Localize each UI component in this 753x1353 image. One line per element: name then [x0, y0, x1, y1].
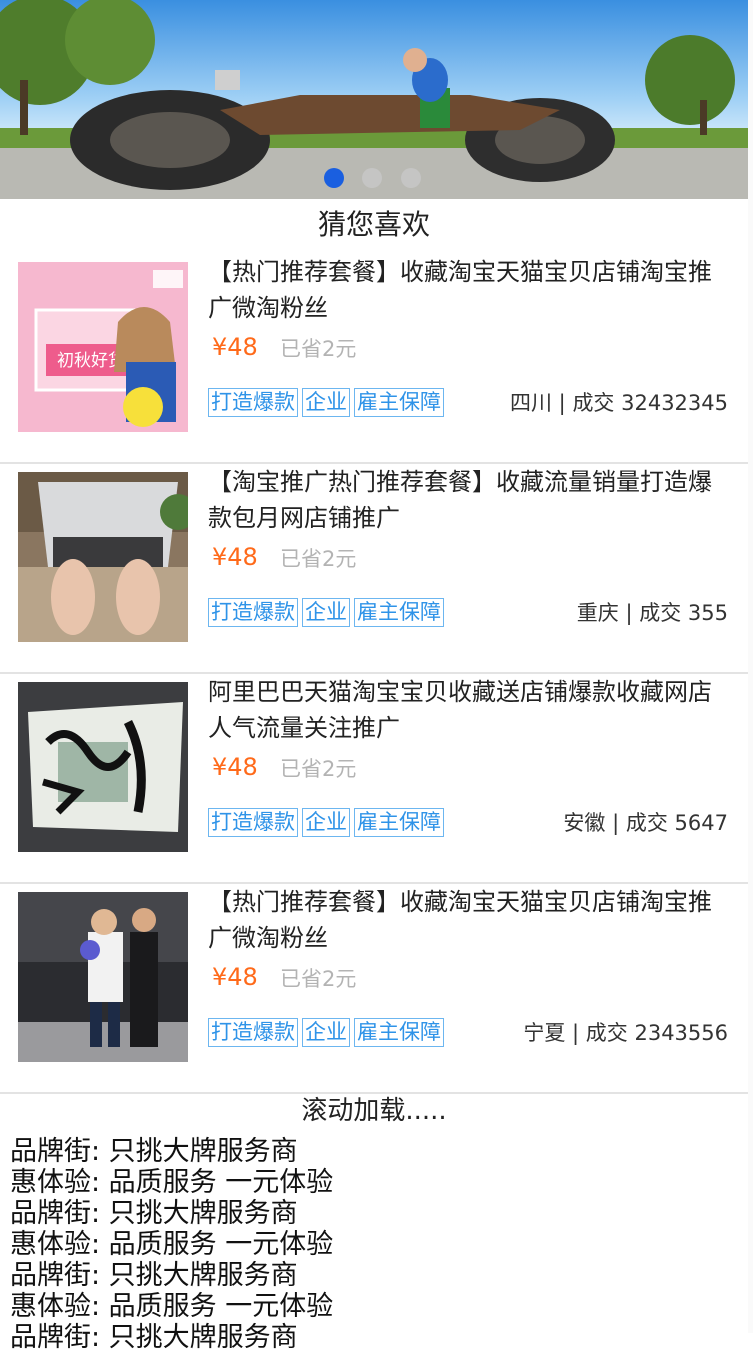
carousel-dot-2[interactable] — [362, 168, 382, 188]
product-deals: 成交 5647 — [625, 811, 728, 835]
tag-enterprise: 企业 — [302, 598, 350, 627]
section-title: 猜您喜欢 — [317, 208, 430, 241]
meta-divider: | — [558, 391, 573, 415]
promo-line[interactable]: 品牌街: 只挑大牌服务商 — [10, 1198, 333, 1229]
tag-enterprise: 企业 — [302, 1018, 350, 1047]
tag-employer-guarantee: 雇主保障 — [354, 598, 444, 627]
promo-line[interactable]: 品牌街: 只挑大牌服务商 — [10, 1136, 333, 1167]
product-price: ¥48 — [212, 333, 258, 361]
product-tags: 打造爆款 企业 雇主保障 — [208, 598, 444, 627]
tag-employer-guarantee: 雇主保障 — [354, 808, 444, 837]
product-thumbnail[interactable] — [18, 892, 188, 1062]
loading-indicator: 滚动加载..... — [301, 1096, 447, 1126]
product-tags: 打造爆款 企业 雇主保障 — [208, 1018, 444, 1047]
product-title[interactable]: 阿里巴巴天猫淘宝宝贝收藏送店铺爆款收藏网店人气流量关注推广 — [208, 674, 728, 746]
carousel-indicators — [0, 168, 748, 190]
meta-divider: | — [612, 811, 626, 835]
product-meta: 宁夏 | 成交 2343556 — [523, 1017, 728, 1049]
product-tags: 打造爆款 企业 雇主保障 — [208, 808, 444, 837]
carousel-dot-1[interactable] — [324, 168, 344, 188]
product-title[interactable]: 【热门推荐套餐】收藏淘宝天猫宝贝店铺淘宝推广微淘粉丝 — [208, 254, 728, 326]
product-item[interactable]: 阿里巴巴天猫淘宝宝贝收藏送店铺爆款收藏网店人气流量关注推广 ¥48 已省2元 打… — [0, 672, 748, 884]
product-title[interactable]: 【热门推荐套餐】收藏淘宝天猫宝贝店铺淘宝推广微淘粉丝 — [208, 884, 728, 956]
product-price: ¥48 — [212, 543, 258, 571]
product-saved: 已省2元 — [280, 337, 357, 361]
product-region: 四川 — [509, 391, 552, 415]
product-region: 宁夏 — [523, 1021, 566, 1045]
product-region: 安徽 — [563, 811, 606, 835]
product-item[interactable]: 【热门推荐套餐】收藏淘宝天猫宝贝店铺淘宝推广微淘粉丝 ¥48 已省2元 打造爆款… — [0, 882, 748, 1094]
meta-divider: | — [625, 601, 640, 625]
tag-employer-guarantee: 雇主保障 — [354, 1018, 444, 1047]
tag-hot-product: 打造爆款 — [208, 388, 298, 417]
product-meta: 四川 | 成交 32432345 — [510, 387, 728, 419]
product-meta: 安徽 | 成交 5647 — [563, 807, 728, 839]
product-saved: 已省2元 — [280, 967, 357, 991]
tag-hot-product: 打造爆款 — [208, 808, 298, 837]
tag-enterprise: 企业 — [302, 808, 350, 837]
product-saved: 已省2元 — [280, 757, 357, 781]
product-title[interactable]: 【淘宝推广热门推荐套餐】收藏流量销量打造爆款包月网店铺推广 — [208, 464, 728, 536]
product-deals: 成交 32432345 — [572, 391, 728, 415]
product-meta: 重庆 | 成交 355 — [577, 597, 728, 629]
promo-line[interactable]: 惠体验: 品质服务 一元体验 — [10, 1167, 333, 1198]
tag-employer-guarantee: 雇主保障 — [354, 388, 444, 417]
product-deals: 成交 2343556 — [585, 1021, 728, 1045]
tag-hot-product: 打造爆款 — [208, 598, 298, 627]
product-price: ¥48 — [212, 963, 258, 991]
banner-carousel[interactable] — [0, 0, 748, 199]
page-edge — [748, 0, 753, 1333]
promo-line[interactable]: 品牌街: 只挑大牌服务商 — [10, 1260, 333, 1291]
product-saved: 已省2元 — [280, 547, 357, 571]
promo-line[interactable]: 品牌街: 只挑大牌服务商 — [10, 1322, 333, 1353]
product-thumbnail[interactable] — [18, 682, 188, 852]
carousel-dot-3[interactable] — [401, 168, 421, 188]
product-item[interactable]: 初秋好货 【热门推荐套餐】收藏淘宝天猫宝贝店铺淘宝推广微淘粉丝 ¥48 已省2元… — [0, 252, 748, 464]
product-item[interactable]: 【淘宝推广热门推荐套餐】收藏流量销量打造爆款包月网店铺推广 ¥48 已省2元 打… — [0, 462, 748, 674]
promo-line[interactable]: 惠体验: 品质服务 一元体验 — [10, 1291, 333, 1322]
product-region: 重庆 — [576, 601, 619, 625]
tag-enterprise: 企业 — [302, 388, 350, 417]
product-deals: 成交 355 — [639, 601, 728, 625]
tag-hot-product: 打造爆款 — [208, 1018, 298, 1047]
promo-line[interactable]: 惠体验: 品质服务 一元体验 — [10, 1229, 333, 1260]
promo-list: 品牌街: 只挑大牌服务商 惠体验: 品质服务 一元体验 品牌街: 只挑大牌服务商… — [10, 1136, 333, 1353]
product-thumbnail[interactable] — [18, 472, 188, 642]
meta-divider: | — [572, 1021, 586, 1045]
product-thumbnail[interactable]: 初秋好货 — [18, 262, 188, 432]
product-price: ¥48 — [212, 753, 258, 781]
product-tags: 打造爆款 企业 雇主保障 — [208, 388, 444, 417]
